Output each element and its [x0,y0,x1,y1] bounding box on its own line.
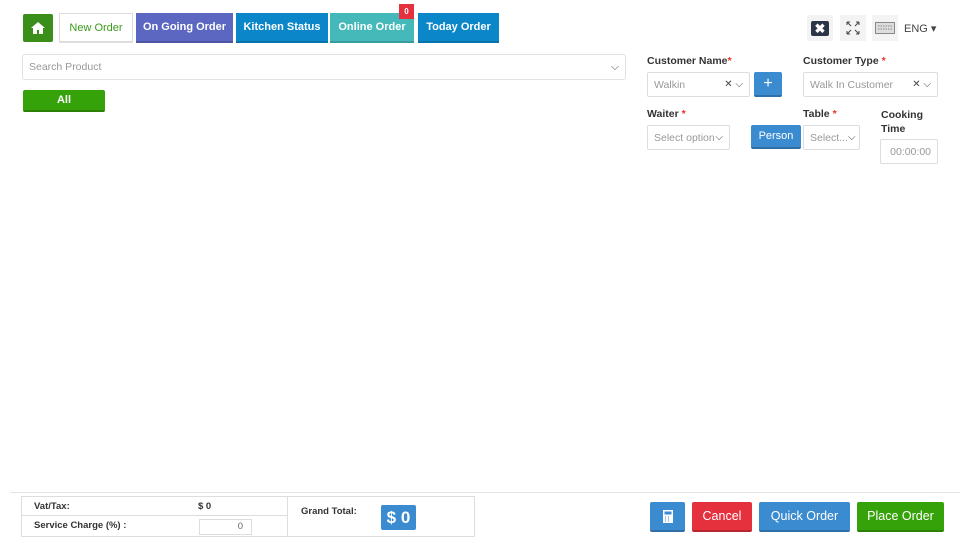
tab-today-order[interactable]: Today Order [418,13,499,43]
tab-new-order[interactable]: New Order [59,13,133,43]
place-order-button[interactable]: Place Order [857,502,944,532]
service-charge-label: Service Charge (%) : [34,520,127,531]
tab-label: Today Order [426,21,491,33]
quick-order-label: Quick Order [770,509,839,523]
clear-chevron-icon[interactable]: ✕ ⌵ [912,79,931,90]
add-customer-button[interactable]: + [754,72,782,97]
tab-label: New Order [69,21,123,34]
tab-label: Online Order [338,21,406,33]
keyboard-button[interactable] [872,15,898,41]
cooking-time-input[interactable]: 00:00:00 [880,139,938,164]
customer-name-value: Walkin [654,78,686,91]
customer-type-label: Customer Type * [803,55,886,67]
place-order-label: Place Order [867,509,934,523]
cooking-time-label: Cooking Time [881,109,923,135]
table-placeholder: Select... [810,131,848,144]
close-icon: ✖ [811,20,829,36]
close-button[interactable]: ✖ [807,15,833,41]
grand-total-value: $ 0 [381,505,416,530]
customer-type-select[interactable]: Walk In Customer ✕ ⌵ [803,72,938,97]
search-placeholder: Search Product [29,61,102,73]
chevron-down-icon: ⌵ [847,132,856,143]
tab-kitchen-status[interactable]: Kitchen Status [236,13,328,43]
clear-chevron-icon[interactable]: ✕ ⌵ [724,79,743,90]
table-select[interactable]: Select... ⌵ [803,125,860,150]
online-order-badge: 0 [399,4,414,19]
customer-name-select[interactable]: Walkin ✕ ⌵ [647,72,750,97]
totals-table: Vat/Tax: $ 0 Service Charge (%) : 0 Gran… [21,496,475,537]
customer-name-label: Customer Name* [647,55,732,67]
language-label: ENG [904,23,928,35]
keyboard-icon [875,22,895,34]
category-all-button[interactable]: All [23,90,105,112]
grand-total-label: Grand Total: [301,506,357,517]
plus-icon: + [763,74,773,92]
home-button[interactable] [23,14,53,42]
fullscreen-icon [846,21,860,35]
cancel-label: Cancel [702,509,742,523]
customer-type-value: Walk In Customer [810,78,894,91]
vat-value: $ 0 [198,501,212,512]
waiter-placeholder: Select option [654,131,715,144]
person-label: Person [758,130,794,142]
chevron-down-icon: ⌵ [611,60,619,73]
tab-ongoing-order[interactable]: On Going Order [136,13,233,43]
cancel-button[interactable]: Cancel [692,502,752,532]
fullscreen-button[interactable] [840,15,866,41]
waiter-select[interactable]: Select option ⌵ [647,125,730,150]
tab-label: On Going Order [142,21,227,33]
service-charge-input[interactable]: 0 [199,519,252,535]
person-button[interactable]: Person [751,125,801,149]
cooking-time-placeholder: 00:00:00 [890,145,931,158]
vat-label: Vat/Tax: [34,501,70,512]
home-icon [31,22,45,34]
tab-label: Kitchen Status [243,21,321,33]
category-label: All [56,94,72,106]
search-product-select[interactable]: Search Product ⌵ [22,54,626,80]
calculator-button[interactable] [650,502,685,532]
chevron-down-icon: ⌵ [715,132,723,143]
quick-order-button[interactable]: Quick Order [759,502,850,532]
language-dropdown[interactable]: ENG ▾ [904,22,936,35]
footer-divider [10,492,960,493]
calculator-icon [662,509,673,523]
waiter-label: Waiter * [647,108,686,120]
table-label: Table * [803,108,837,120]
